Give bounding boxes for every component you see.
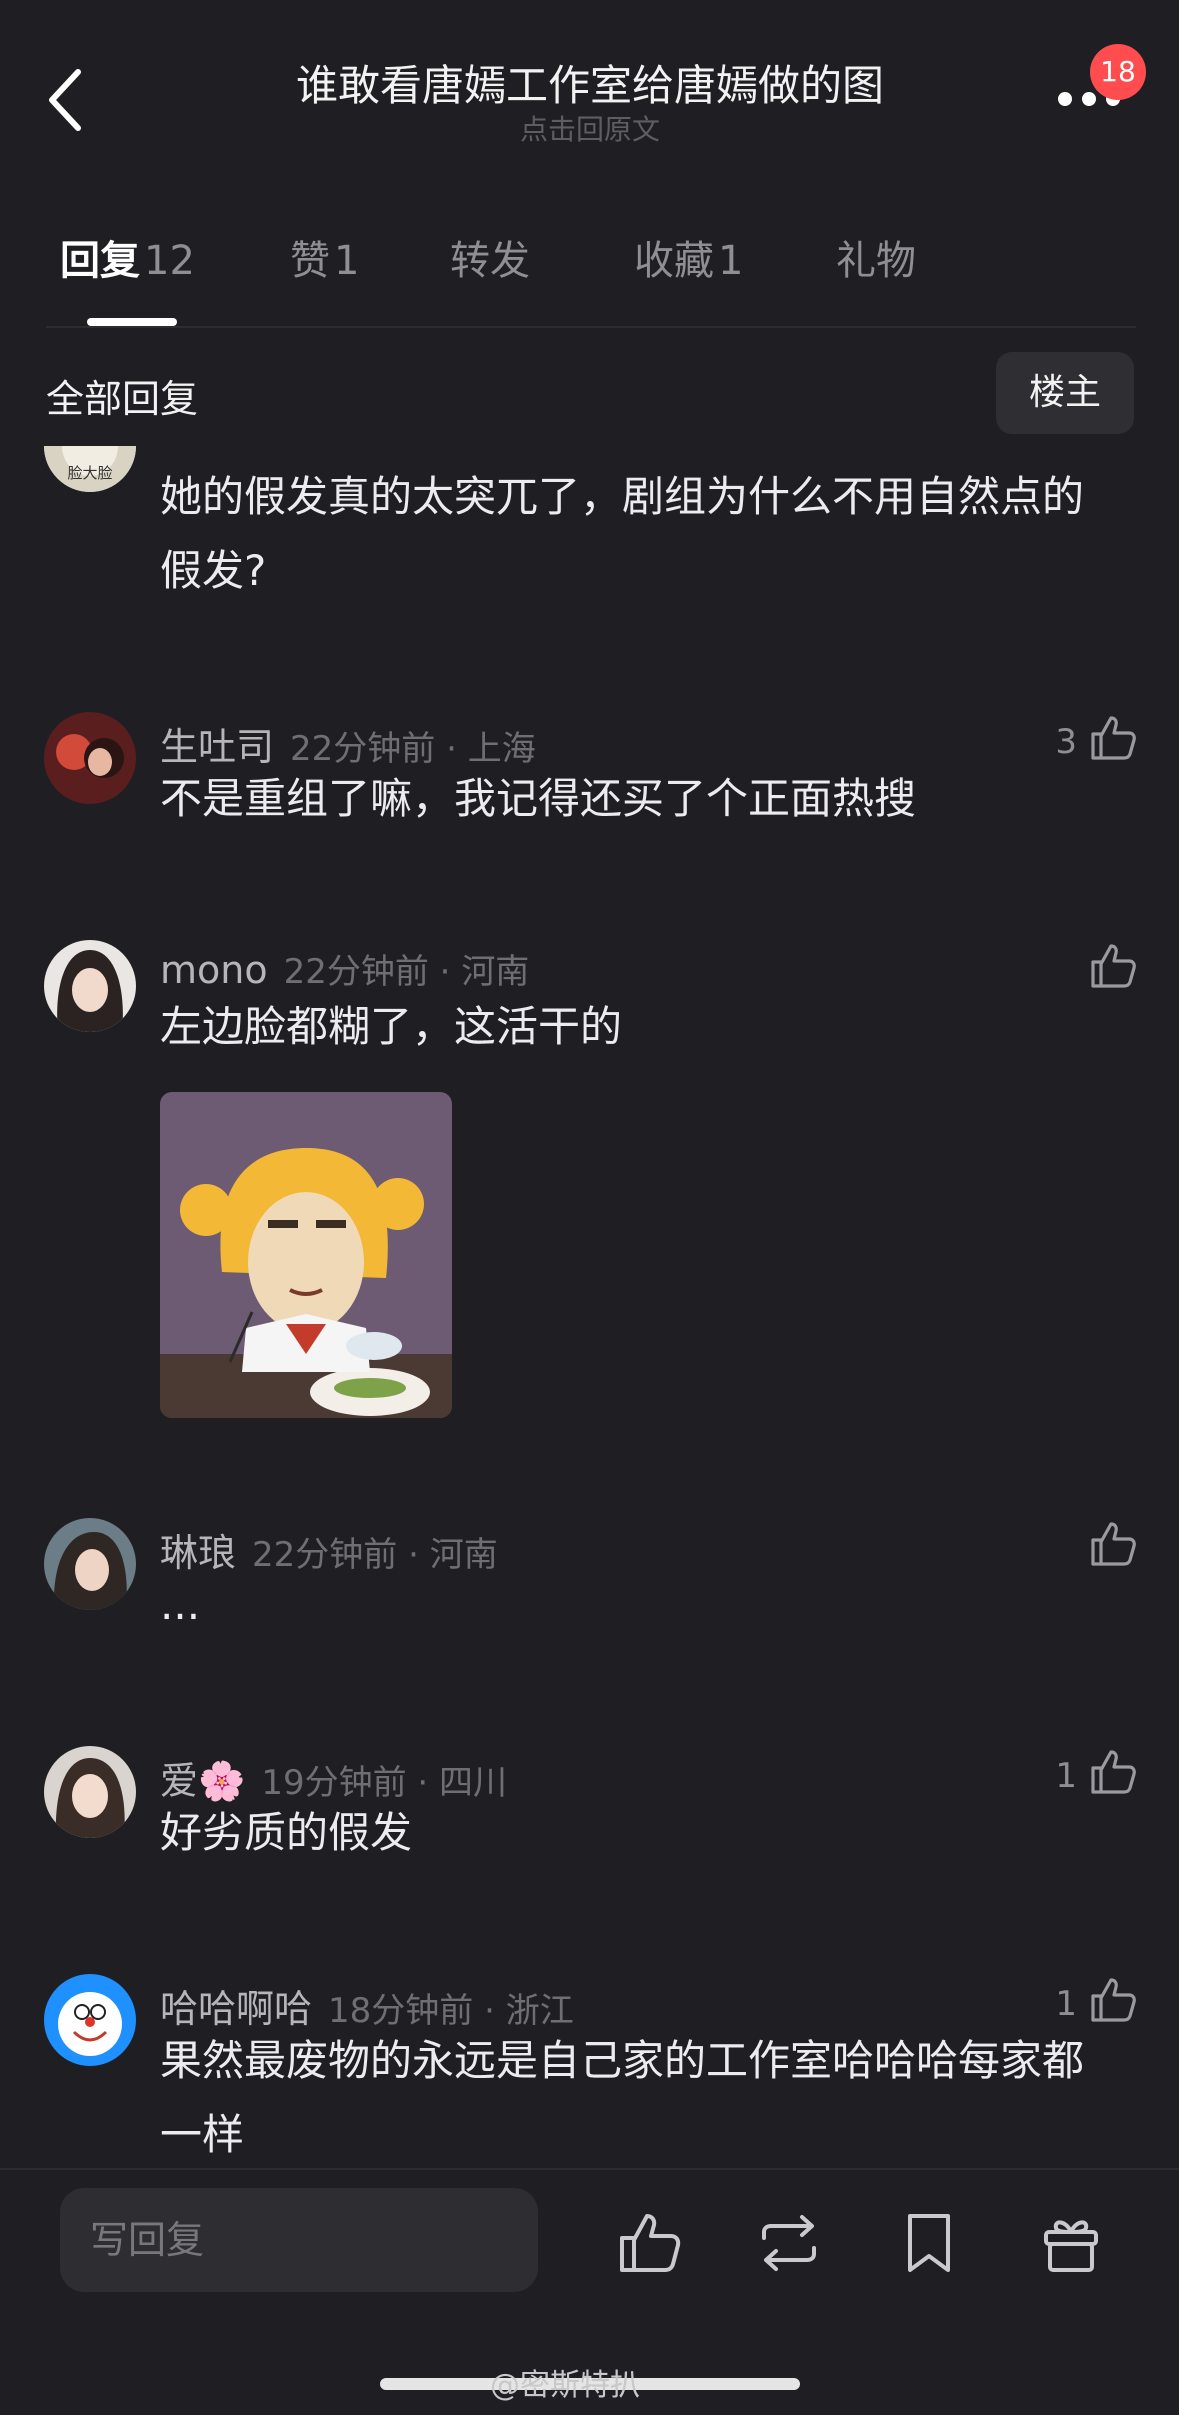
avatar[interactable]: 脸大脸 xyxy=(44,446,136,492)
tab-bar: 回复 12 赞1 转发 收藏 1 礼物 xyxy=(0,228,1179,328)
tab-replies[interactable]: 回复 12 xyxy=(60,228,195,286)
avatar-image: 脸大脸 xyxy=(44,446,136,492)
comment-text: 好劣质的假发 xyxy=(160,1808,413,1857)
meta-separator: · xyxy=(428,952,462,992)
avatar[interactable] xyxy=(44,1974,136,2066)
tab-label: 转发 xyxy=(450,238,530,284)
notification-badge: 18 xyxy=(1090,44,1146,100)
tab-gifts[interactable]: 礼物 xyxy=(836,228,916,286)
chevron-left-icon xyxy=(49,69,81,131)
back-button[interactable] xyxy=(40,60,100,140)
active-tab-indicator xyxy=(87,318,177,326)
username[interactable]: mono xyxy=(160,948,268,992)
repost-icon xyxy=(762,2215,816,2271)
bookmark-icon xyxy=(908,2214,950,2272)
comment-text: ... xyxy=(160,1580,201,1629)
more-dot xyxy=(1082,92,1096,106)
tab-reposts[interactable]: 转发 xyxy=(450,228,530,286)
like-count: 1 xyxy=(1055,1984,1077,2024)
avatar[interactable] xyxy=(44,712,136,804)
sticker-drawing xyxy=(160,1092,452,1418)
avatar[interactable] xyxy=(44,1518,136,1610)
tab-count: 12 xyxy=(144,238,195,284)
bookmark-button[interactable] xyxy=(894,2208,964,2278)
tab-label: 赞 xyxy=(290,238,330,284)
thumbs-up-icon xyxy=(1091,1750,1136,1794)
divider xyxy=(46,326,1136,328)
comment-meta: mono 22分钟前 · 河南 xyxy=(160,944,529,993)
tab-likes[interactable]: 赞1 xyxy=(290,228,359,286)
gift-icon xyxy=(1044,2220,1098,2272)
comment-thread-screen: 谁敢看唐嫣工作室给唐嫣做的图 点击回原文 18 回复 12 赞1 转发 收藏 1 礼… xyxy=(0,0,1179,2415)
thumbs-up-icon xyxy=(1091,1978,1136,2022)
comment-text: 左边脸都糊了，这活干的 xyxy=(160,1002,623,1051)
avatar-label: 脸大脸 xyxy=(67,464,112,482)
divider xyxy=(0,2168,1179,2170)
like-count: 3 xyxy=(1055,722,1077,762)
post-title[interactable]: 谁敢看唐嫣工作室给唐嫣做的图 xyxy=(180,52,1000,113)
comment-text: 她的假发真的太突兀了，剧组为什么不用自然点的假发? xyxy=(160,472,1085,595)
like-post-button[interactable] xyxy=(614,2208,684,2278)
op-only-button[interactable]: 楼主 xyxy=(996,352,1134,434)
tab-count: 1 xyxy=(334,238,360,284)
tab-label: 回复 xyxy=(60,238,140,284)
comment-time: 22分钟前 xyxy=(283,952,429,992)
avatar-image xyxy=(44,1518,136,1610)
avatar-image xyxy=(44,940,136,1032)
view-original-link[interactable]: 点击回原文 xyxy=(180,108,1000,148)
like-count: 1 xyxy=(1055,1756,1077,1796)
more-dots-icon xyxy=(1058,92,1072,106)
sticker-image[interactable] xyxy=(160,1092,452,1418)
thumbs-up-icon xyxy=(620,2214,681,2272)
repost-button[interactable] xyxy=(754,2208,824,2278)
avatar[interactable] xyxy=(44,940,136,1032)
tab-favorites[interactable]: 收藏 1 xyxy=(634,228,743,286)
watermark: @密斯特扒 xyxy=(490,2368,640,2403)
comment-text: 果然最废物的永远是自己家的工作室哈哈哈每家都一样 xyxy=(160,2036,1085,2159)
thumbs-up-icon xyxy=(1091,1522,1136,1566)
avatar[interactable] xyxy=(44,1746,136,1838)
comment-list[interactable]: 脸大脸 她的假发真的太突兀了，剧组为什么不用自然点的假发? 生吐司 22分钟前 ·… xyxy=(0,446,1179,2168)
avatar-image xyxy=(44,712,136,804)
thumbs-up-icon xyxy=(1091,716,1136,760)
tab-label: 礼物 xyxy=(836,238,916,284)
avatar-image xyxy=(44,1746,136,1838)
tab-label: 收藏 xyxy=(634,238,714,284)
gift-button[interactable] xyxy=(1036,2208,1106,2278)
comment-location: 河南 xyxy=(461,952,530,992)
tab-count: 1 xyxy=(718,238,744,284)
comment-text: 不是重组了嘛，我记得还买了个正面热搜 xyxy=(160,774,917,823)
reply-input[interactable] xyxy=(60,2188,538,2292)
avatar-image xyxy=(44,1974,136,2066)
thumbs-up-icon xyxy=(1091,944,1136,988)
section-title: 全部回复 xyxy=(46,377,199,421)
